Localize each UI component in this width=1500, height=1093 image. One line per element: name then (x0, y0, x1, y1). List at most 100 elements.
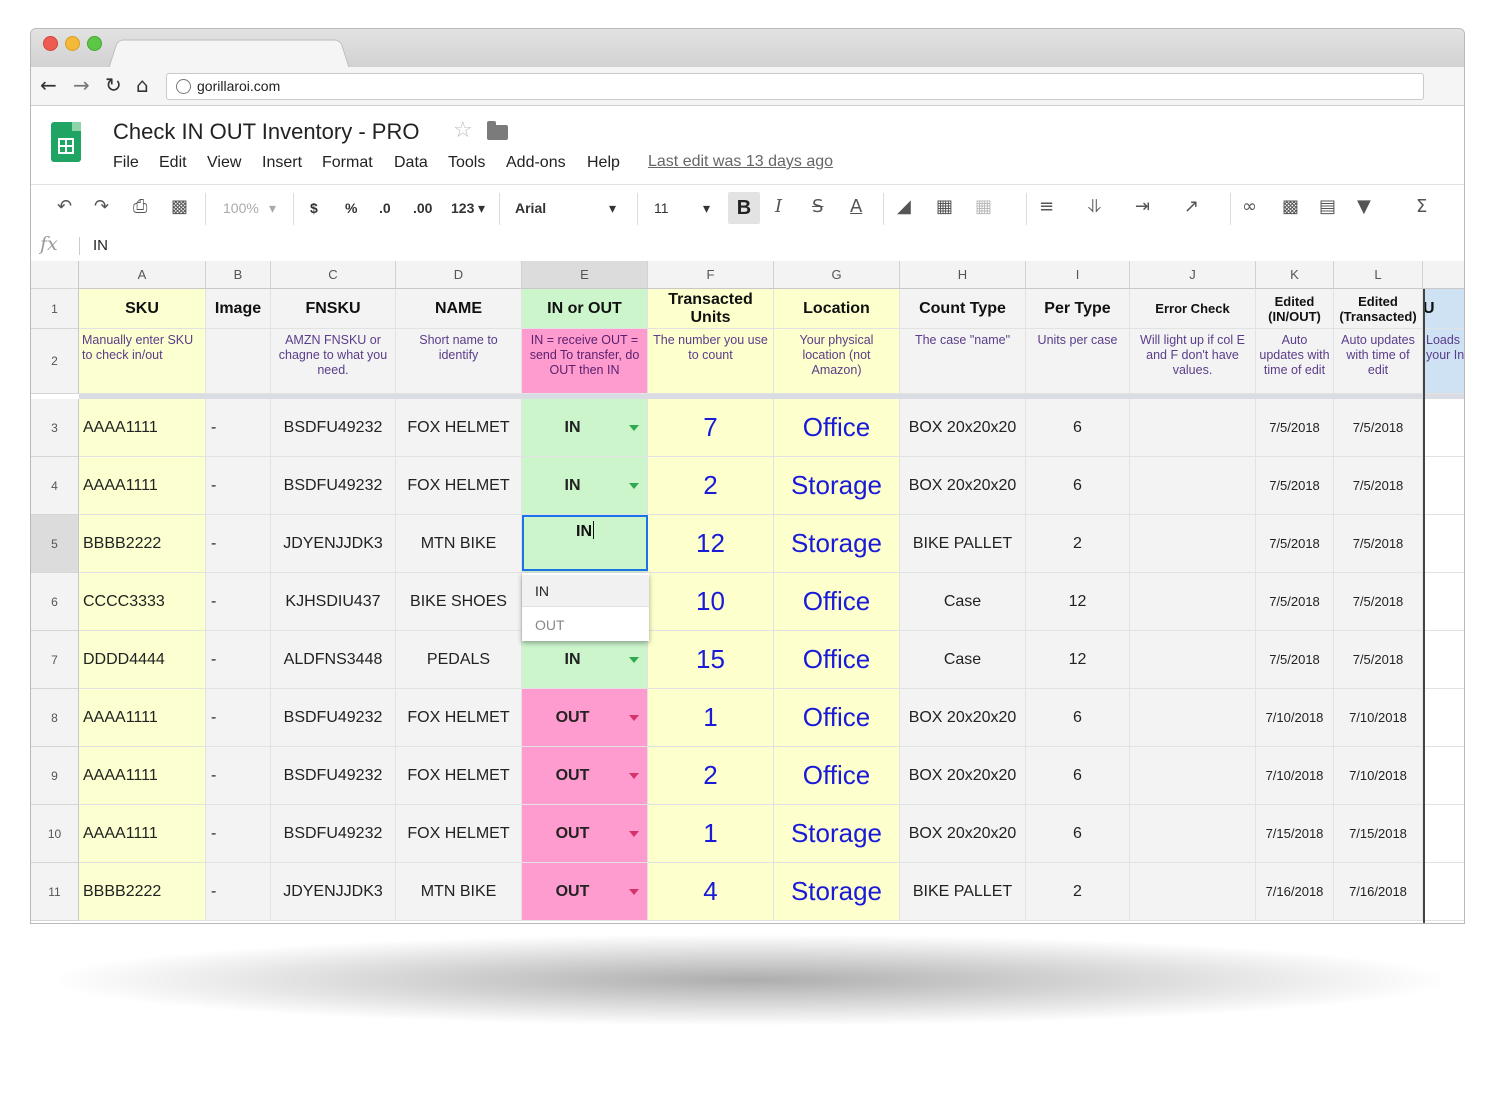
units-cell[interactable]: 1 (648, 805, 774, 863)
description-cell-d[interactable]: Short name to identify (396, 329, 522, 394)
fnsku-cell[interactable]: BSDFU49232 (271, 805, 396, 863)
image-cell[interactable]: - (206, 399, 271, 457)
column-header-c[interactable]: C (271, 261, 396, 289)
edited-tx-cell[interactable]: 7/10/2018 (1334, 747, 1423, 805)
back-arrow-icon[interactable]: ← (40, 75, 57, 95)
header-cell-j[interactable]: Error Check (1130, 289, 1256, 329)
menu-view[interactable]: View (207, 154, 241, 172)
per-type-cell[interactable]: 2 (1026, 515, 1130, 573)
fnsku-cell[interactable]: BSDFU49232 (271, 689, 396, 747)
name-cell[interactable]: MTN BIKE (396, 515, 522, 573)
image-cell[interactable]: - (206, 631, 271, 689)
header-cell-d[interactable]: NAME (396, 289, 522, 329)
borders-icon[interactable]: ▦ (936, 197, 953, 217)
row-header-10[interactable]: 10 (31, 805, 79, 863)
extra-cell[interactable] (1423, 631, 1464, 689)
fnsku-cell[interactable]: JDYENJJDK3 (271, 863, 396, 921)
document-title[interactable]: Check IN OUT Inventory - PRO (113, 119, 419, 145)
image-cell[interactable]: - (206, 457, 271, 515)
units-cell[interactable]: 1 (648, 689, 774, 747)
last-edit-link[interactable]: Last edit was 13 days ago (648, 153, 833, 171)
per-type-cell[interactable]: 6 (1026, 805, 1130, 863)
in-out-cell[interactable]: OUT (522, 689, 648, 747)
maximize-window-button[interactable] (87, 36, 102, 51)
italic-button[interactable]: I (775, 197, 782, 217)
location-cell[interactable]: Storage (774, 805, 900, 863)
location-cell[interactable]: Storage (774, 457, 900, 515)
description-cell-j[interactable]: Will light up if col E and F don't have … (1130, 329, 1256, 394)
column-header-e[interactable]: E (522, 261, 648, 289)
header-cell-l[interactable]: Edited (Transacted) (1334, 289, 1423, 329)
image-cell[interactable]: - (206, 689, 271, 747)
forward-arrow-icon[interactable]: → (73, 75, 90, 95)
image-cell[interactable]: - (206, 805, 271, 863)
extra-cell[interactable] (1423, 863, 1464, 921)
select-all-corner[interactable] (31, 261, 79, 289)
name-cell[interactable]: MTN BIKE (396, 863, 522, 921)
location-cell[interactable]: Storage (774, 515, 900, 573)
description-cell-c[interactable]: AMZN FNSKU or chagne to what you need. (271, 329, 396, 394)
count-type-cell[interactable]: BOX 20x20x20 (900, 689, 1026, 747)
minimize-window-button[interactable] (65, 36, 80, 51)
column-header-g[interactable]: G (774, 261, 900, 289)
currency-button[interactable]: $ (310, 200, 318, 216)
extra-cell[interactable] (1423, 805, 1464, 863)
row-header-5[interactable]: 5 (31, 515, 79, 573)
per-type-cell[interactable]: 6 (1026, 399, 1130, 457)
menu-addons[interactable]: Add-ons (506, 154, 566, 172)
per-type-cell[interactable]: 6 (1026, 689, 1130, 747)
location-cell[interactable]: Storage (774, 863, 900, 921)
row-header-6[interactable]: 6 (31, 573, 79, 631)
edited-io-cell[interactable]: 7/5/2018 (1256, 399, 1334, 457)
in-out-cell[interactable]: OUT (522, 747, 648, 805)
count-type-cell[interactable]: Case (900, 631, 1026, 689)
dropdown-option-out[interactable]: OUT (522, 609, 649, 641)
column-header-i[interactable]: I (1026, 261, 1130, 289)
in-out-cell[interactable]: OUT (522, 863, 648, 921)
header-cell-e[interactable]: IN or OUT (522, 289, 648, 329)
browser-tab[interactable] (108, 39, 350, 69)
edited-io-cell[interactable]: 7/5/2018 (1256, 573, 1334, 631)
fill-color-icon[interactable]: ◢ (897, 197, 911, 217)
column-header-m[interactable] (1423, 261, 1464, 289)
dropdown-arrow-icon[interactable] (629, 888, 639, 895)
column-header-h[interactable]: H (900, 261, 1026, 289)
header-cell-g[interactable]: Location (774, 289, 900, 329)
error-check-cell[interactable] (1130, 515, 1256, 573)
fnsku-cell[interactable]: BSDFU49232 (271, 457, 396, 515)
paint-format-icon[interactable]: ▩ (171, 197, 188, 217)
number-format-button[interactable]: 123 (451, 200, 474, 216)
row-header-2[interactable]: 2 (31, 329, 79, 394)
folder-icon[interactable] (487, 121, 508, 140)
image-cell[interactable]: - (206, 863, 271, 921)
fnsku-cell[interactable]: KJHSDIU437 (271, 573, 396, 631)
menu-edit[interactable]: Edit (159, 154, 187, 172)
per-type-cell[interactable]: 6 (1026, 747, 1130, 805)
address-bar[interactable]: gorillaroi.com (166, 73, 1424, 100)
in-out-cell[interactable]: IN (522, 457, 648, 515)
sku-cell[interactable]: AAAA1111 (79, 399, 206, 457)
vertical-align-icon[interactable]: ⥥ (1088, 197, 1101, 217)
extra-cell[interactable] (1423, 573, 1464, 631)
units-cell[interactable]: 15 (648, 631, 774, 689)
edited-tx-cell[interactable]: 7/5/2018 (1334, 631, 1423, 689)
fnsku-cell[interactable]: BSDFU49232 (271, 399, 396, 457)
column-header-f[interactable]: F (648, 261, 774, 289)
font-size-select[interactable]: 11 (654, 200, 669, 216)
edited-tx-cell[interactable]: 7/5/2018 (1334, 457, 1423, 515)
row-header-9[interactable]: 9 (31, 747, 79, 805)
chevron-down-icon[interactable]: ▾ (478, 200, 485, 217)
merge-cells-icon[interactable]: ▦ (975, 197, 992, 217)
filter-icon[interactable]: ▼ (1357, 197, 1371, 217)
per-type-cell[interactable]: 12 (1026, 573, 1130, 631)
row-header-7[interactable]: 7 (31, 631, 79, 689)
description-cell-b[interactable] (206, 329, 271, 394)
count-type-cell[interactable]: BOX 20x20x20 (900, 805, 1026, 863)
column-header-k[interactable]: K (1256, 261, 1334, 289)
sku-cell[interactable]: CCCC3333 (79, 573, 206, 631)
sku-cell[interactable]: BBBB2222 (79, 515, 206, 573)
error-check-cell[interactable] (1130, 573, 1256, 631)
menu-help[interactable]: Help (587, 154, 620, 172)
menu-insert[interactable]: Insert (262, 154, 302, 172)
edited-tx-cell[interactable]: 7/5/2018 (1334, 399, 1423, 457)
